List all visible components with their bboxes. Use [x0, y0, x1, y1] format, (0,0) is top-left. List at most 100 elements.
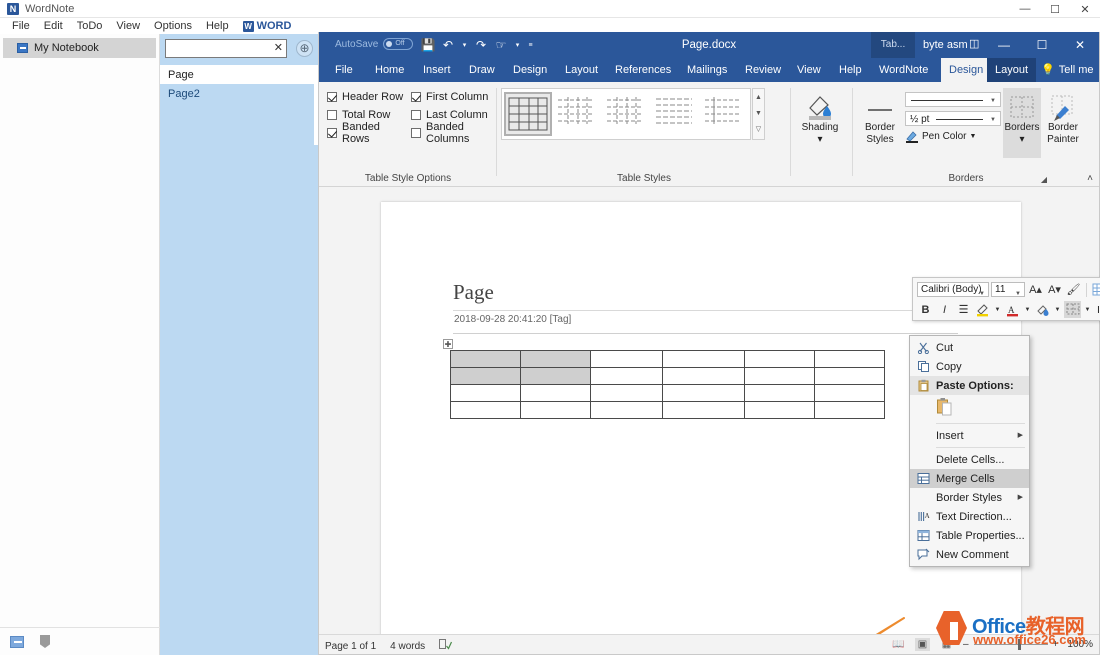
shading-button[interactable]: Shading ▾	[797, 90, 843, 146]
tab-table-design[interactable]: Design	[941, 58, 991, 82]
highlight-icon[interactable]	[974, 301, 991, 318]
checkbox-banded-rows[interactable]: Banded Rows	[327, 124, 409, 142]
table-cell[interactable]	[451, 368, 521, 385]
table-cell[interactable]	[521, 368, 591, 385]
grow-font-icon[interactable]: A▴	[1027, 281, 1044, 298]
cell-shading-dropdown-icon[interactable]: ▼	[1053, 301, 1062, 318]
context-menu-item-border-styles[interactable]: Border Styles ▶	[910, 488, 1029, 507]
table-style-thumb-5[interactable]	[701, 92, 748, 136]
cell-borders-icon[interactable]	[1064, 301, 1081, 318]
tab-home[interactable]: Home	[367, 58, 412, 82]
table-cell[interactable]	[745, 402, 815, 419]
table-cell[interactable]	[521, 351, 591, 368]
borders-dropdown-icon[interactable]: ▾	[1003, 134, 1041, 146]
table-cell[interactable]	[521, 402, 591, 419]
table-cell[interactable]	[663, 402, 745, 419]
word-minimize-button[interactable]: —	[985, 32, 1023, 58]
tab-layout[interactable]: Layout	[557, 58, 606, 82]
table-move-handle-icon[interactable]: ✚	[443, 339, 453, 349]
table-style-thumb-3[interactable]	[603, 92, 650, 136]
font-size-combo[interactable]: 11 ▼	[991, 282, 1025, 297]
tab-view[interactable]: View	[789, 58, 829, 82]
proofing-icon[interactable]	[439, 639, 452, 653]
borders-button[interactable]: Borders ▾	[1003, 88, 1041, 158]
context-menu-item-new-comment[interactable]: New Comment	[910, 545, 1029, 564]
redo-icon[interactable]: ↷	[472, 36, 490, 54]
wordnote-close-button[interactable]: ✕	[1070, 0, 1100, 18]
user-name[interactable]: byte asm	[923, 32, 968, 58]
autosave-control[interactable]: AutoSave Off	[335, 38, 413, 50]
align-icon[interactable]: ☰	[955, 301, 972, 318]
table-cell[interactable]	[521, 385, 591, 402]
shading-dropdown-icon[interactable]: ▾	[797, 134, 843, 146]
table-cell[interactable]	[745, 368, 815, 385]
dialog-launcher-icon[interactable]: ◢	[1041, 175, 1047, 184]
tab-mailings[interactable]: Mailings	[679, 58, 735, 82]
paste-keep-formatting-icon[interactable]	[936, 397, 953, 420]
cell-borders-dropdown-icon[interactable]: ▼	[1083, 301, 1092, 318]
undo-icon[interactable]: ↶	[439, 36, 457, 54]
context-menu-item-insert[interactable]: Insert ▶	[910, 426, 1029, 445]
touch-mode-icon[interactable]: ☞	[492, 36, 510, 54]
menu-help[interactable]: Help	[199, 18, 236, 34]
table-cell[interactable]	[745, 351, 815, 368]
pen-color-button[interactable]: Pen Color ▼	[905, 130, 1001, 143]
print-layout-icon[interactable]: ▣	[915, 638, 930, 651]
notebook-list-icon[interactable]	[10, 636, 24, 648]
checkbox-banded-columns[interactable]: Banded Columns	[411, 124, 507, 142]
table-cell[interactable]	[591, 351, 663, 368]
table-cell[interactable]	[451, 351, 521, 368]
chevron-down-icon[interactable]: ▼	[969, 133, 976, 140]
wordnote-minimize-button[interactable]: —	[1010, 0, 1040, 18]
font-color-dropdown-icon[interactable]: ▼	[1023, 301, 1032, 318]
wordnote-maximize-button[interactable]: ☐	[1040, 0, 1070, 18]
tab-draw[interactable]: Draw	[461, 58, 503, 82]
menu-todo[interactable]: ToDo	[70, 18, 110, 34]
table-style-thumb-1[interactable]	[504, 92, 552, 136]
touch-dropdown-icon[interactable]: ▾	[512, 36, 523, 54]
table-cell[interactable]	[451, 402, 521, 419]
page-list-item-page[interactable]: Page	[160, 65, 318, 84]
tab-references[interactable]: References	[607, 58, 679, 82]
document-table[interactable]	[450, 350, 885, 419]
tell-me-box[interactable]: 💡 Tell me	[1041, 58, 1094, 82]
page-info[interactable]: Page 1 of 1	[325, 641, 376, 652]
notebook-item-my-notebook[interactable]: My Notebook	[3, 38, 156, 58]
bold-icon[interactable]: B	[917, 301, 934, 318]
clear-search-icon[interactable]: ✕	[274, 42, 283, 55]
cell-shading-icon[interactable]	[1034, 301, 1051, 318]
insert-table-icon[interactable]	[1091, 281, 1100, 298]
menu-file[interactable]: File	[5, 18, 37, 34]
menu-edit[interactable]: Edit	[37, 18, 70, 34]
menu-options[interactable]: Options	[147, 18, 199, 34]
word-maximize-button[interactable]: ☐	[1023, 32, 1061, 58]
context-menu-item-copy[interactable]: Copy	[910, 357, 1029, 376]
word-close-button[interactable]: ✕	[1061, 32, 1099, 58]
word-count[interactable]: 4 words	[390, 641, 425, 652]
table-cell[interactable]	[815, 351, 885, 368]
save-icon[interactable]: 💾	[419, 36, 437, 54]
table-cell[interactable]	[815, 368, 885, 385]
context-menu-item-delete-cells[interactable]: Delete Cells...	[910, 450, 1029, 469]
table-cell[interactable]	[663, 368, 745, 385]
shrink-font-icon[interactable]: A▾	[1046, 281, 1063, 298]
add-page-icon[interactable]: ⊕	[296, 40, 313, 57]
context-menu-item-cut[interactable]: Cut	[910, 338, 1029, 357]
table-cell[interactable]	[591, 385, 663, 402]
tag-icon[interactable]	[40, 635, 50, 648]
menu-view[interactable]: View	[109, 18, 147, 34]
tab-review[interactable]: Review	[737, 58, 789, 82]
chevron-down-icon[interactable]: ▼	[990, 117, 996, 123]
mini-insert-label[interactable]: Insert	[1094, 304, 1100, 316]
format-painter-icon[interactable]: 🖌	[1065, 281, 1082, 298]
table-styles-scrollbar[interactable]: ▲ ▼ ▽	[752, 88, 765, 140]
table-style-thumb-2[interactable]	[554, 92, 601, 136]
gallery-scroll-down-icon[interactable]: ▼	[753, 105, 764, 121]
table-style-thumb-4[interactable]	[652, 92, 699, 136]
italic-icon[interactable]: I	[936, 301, 953, 318]
line-style-combo[interactable]: ▼	[905, 92, 1001, 107]
table-styles-gallery[interactable]	[501, 88, 751, 140]
table-cell[interactable]	[815, 385, 885, 402]
tab-help[interactable]: Help	[831, 58, 870, 82]
font-name-combo[interactable]: Calibri (Body) ▼	[917, 282, 989, 297]
